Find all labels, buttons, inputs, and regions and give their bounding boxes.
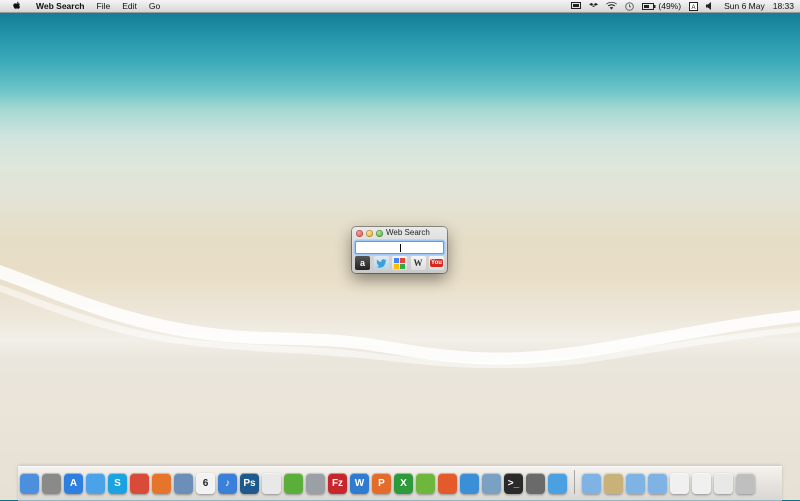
filezilla-icon[interactable]: Fz [328, 473, 347, 494]
google-icon [394, 257, 405, 269]
volume-icon[interactable] [706, 2, 714, 10]
documents-folder-icon[interactable] [626, 473, 645, 494]
textedit-icon[interactable] [262, 473, 281, 494]
calendar-label: 6 [202, 478, 209, 489]
itunes-label: ♪ [225, 478, 230, 489]
twitter-bird-icon [375, 258, 386, 268]
google-button[interactable] [392, 256, 407, 270]
photoshop-label: Ps [243, 478, 256, 489]
netbeans-icon[interactable] [438, 473, 457, 494]
system-preferences-icon[interactable] [42, 473, 61, 494]
plant-icon[interactable] [416, 473, 435, 494]
editor-icon[interactable] [482, 473, 501, 494]
trash-icon[interactable] [736, 473, 755, 494]
menu-bar: Web Search File Edit Go (49%) A Sun 6 Ma… [0, 0, 800, 13]
calendar-icon[interactable]: 6 [196, 473, 215, 494]
dropbox-icon[interactable] [589, 2, 599, 10]
amazon-button[interactable]: a [355, 256, 370, 270]
go-menu[interactable]: Go [143, 0, 166, 12]
photoshop-icon[interactable]: Ps [240, 473, 259, 494]
skype-label: S [114, 478, 121, 489]
close-button[interactable] [356, 229, 363, 237]
app-menu[interactable]: Web Search [30, 0, 91, 12]
terminal-label: >_ [507, 478, 520, 489]
twitter-button[interactable] [373, 256, 389, 270]
search-field[interactable] [355, 241, 444, 258]
automator-icon[interactable] [306, 473, 325, 494]
amazon-icon: a [359, 258, 365, 268]
downloads-folder-icon[interactable] [648, 473, 667, 494]
battery-percent: (49%) [658, 1, 682, 11]
activity-monitor-icon[interactable] [526, 473, 545, 494]
chrome-icon[interactable] [130, 473, 149, 494]
app-store-label: A [69, 478, 78, 489]
dock-icons: A S 6 ♪ Ps Fz W P X >_ [20, 470, 755, 494]
itunes-icon[interactable]: ♪ [218, 473, 237, 494]
doc-stack-2-icon[interactable] [692, 473, 711, 494]
firefox-icon[interactable] [152, 473, 171, 494]
doc-stack-1-icon[interactable] [670, 473, 689, 494]
spotlight-app-icon[interactable] [548, 473, 567, 494]
search-engines: a W You [355, 256, 444, 270]
app-store-icon[interactable]: A [64, 473, 83, 494]
xcode-icon[interactable] [460, 473, 479, 494]
terminal-icon[interactable]: >_ [504, 473, 523, 494]
doc-stack-3-icon[interactable] [714, 473, 733, 494]
finder-icon[interactable] [20, 473, 39, 494]
powerpoint-label: P [378, 478, 385, 489]
preview-icon[interactable] [174, 473, 193, 494]
apple-menu-icon[interactable] [10, 0, 22, 12]
zoom-button[interactable] [376, 229, 383, 237]
text-caret [400, 244, 401, 252]
display-icon[interactable] [571, 2, 582, 10]
youtube-button[interactable]: You [429, 256, 444, 270]
messages-icon[interactable] [86, 473, 105, 494]
excel-icon[interactable]: X [394, 473, 413, 494]
menubar-clock[interactable]: 18:33 [773, 1, 794, 11]
word-label: W [354, 478, 365, 489]
window-title: Web Search [386, 228, 430, 237]
minimize-button[interactable] [366, 229, 373, 237]
youtube-icon: You [430, 259, 443, 267]
applications-folder-icon[interactable] [582, 473, 601, 494]
web-search-window: Web Search a W You [352, 227, 447, 273]
evernote-icon[interactable] [284, 473, 303, 494]
wikipedia-icon: W [413, 258, 423, 268]
battery-icon [642, 2, 656, 10]
archive-stack-icon[interactable] [604, 473, 623, 494]
file-menu[interactable]: File [91, 0, 117, 12]
powerpoint-icon[interactable]: P [372, 473, 391, 494]
input-source-icon[interactable]: A [689, 1, 699, 11]
menubar-date[interactable]: Sun 6 May [724, 1, 765, 11]
svg-text:A: A [692, 5, 696, 11]
time-machine-icon[interactable] [625, 1, 635, 11]
battery-status[interactable]: (49%) [642, 1, 681, 11]
wifi-icon[interactable] [606, 2, 618, 10]
window-titlebar[interactable]: Web Search [352, 227, 447, 239]
filezilla-label: Fz [331, 478, 344, 489]
dock-separator [574, 470, 575, 494]
word-icon[interactable]: W [350, 473, 369, 494]
excel-label: X [400, 478, 407, 489]
skype-icon[interactable]: S [108, 473, 127, 494]
edit-menu[interactable]: Edit [116, 0, 143, 12]
wikipedia-button[interactable]: W [410, 256, 426, 270]
